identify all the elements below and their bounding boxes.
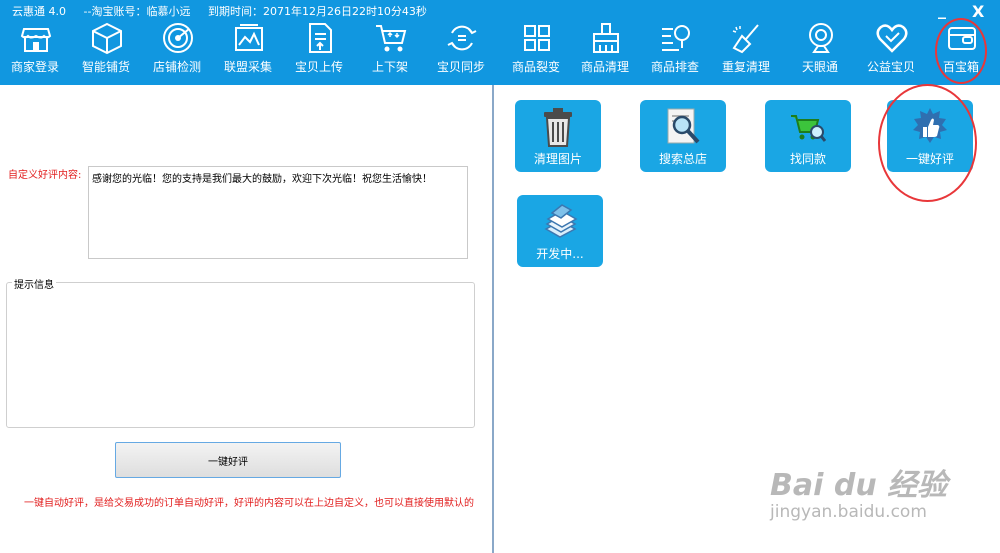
toolbar-label: 商品清理 — [580, 60, 629, 74]
tile-search-main-store[interactable]: 搜索总店 — [640, 100, 726, 172]
toolbar-label: 公益宝贝 — [866, 60, 915, 74]
toolbar-item-sync[interactable]: 宝贝同步 — [427, 18, 495, 84]
watermark-main: Bai du 经验 — [770, 468, 948, 503]
tile-label: 找同款 — [789, 152, 826, 166]
stack-papers-icon — [544, 204, 578, 238]
top-bar: 云惠通 4.0 --淘宝账号：临慕小远 到期时间：2071年12月26日22时1… — [0, 0, 1000, 85]
webcam-icon — [809, 23, 833, 53]
tile-label: 开发中... — [536, 247, 584, 261]
upload-icon — [309, 23, 332, 53]
tile-clean-images[interactable]: 清理图片 — [515, 100, 601, 172]
toolbar-charity-item[interactable]: 公益宝贝 — [857, 18, 925, 84]
tile-in-development[interactable]: 开发中... — [517, 195, 603, 267]
toolbar-product-split[interactable]: 商品裂变 — [502, 18, 570, 84]
toolbar-shelf[interactable]: 上下架 — [356, 18, 424, 84]
toolbar-label: 宝贝同步 — [436, 60, 485, 74]
toolbar-product-check[interactable]: 商品排查 — [641, 18, 709, 84]
toolbar-label: 智能铺货 — [81, 60, 130, 74]
hint-info-title: 提示信息 — [12, 276, 56, 291]
watermark-sub: jingyan.baidu.com — [770, 502, 927, 522]
toolbar-label: 联盟采集 — [223, 60, 272, 74]
sync-icon — [447, 25, 477, 51]
cart-icon — [376, 25, 407, 52]
heart-icon — [876, 24, 908, 53]
toolbar-item-upload[interactable]: 宝贝上传 — [285, 18, 353, 84]
store-icon — [20, 28, 52, 52]
expiry-label: 到期时间：2071年12月26日22时10分43秒 — [207, 5, 427, 18]
one-key-review-button[interactable]: 一键好评 — [115, 442, 341, 478]
baidu-watermark: Bai du 经验 jingyan.baidu.com — [770, 460, 970, 530]
main-toolbar: 商家登录 智能铺货 店铺检测 联盟采集 宝贝上传 上下架 宝贝同步 商品裂变 商… — [0, 18, 1000, 84]
left-panel: 自定义好评内容: 感谢您的光临！您的支持是我们最大的鼓励，欢迎下次光临！祝您生活… — [0, 85, 493, 553]
toolbar-label: 天眼通 — [801, 60, 838, 74]
toolbar-label: 商品排查 — [650, 60, 699, 74]
toolbar-merchant-login[interactable]: 商家登录 — [1, 18, 69, 84]
toolbar-label: 店铺检测 — [152, 60, 201, 74]
highlight-circle-one-key-review — [878, 84, 977, 202]
toolbar-label: 宝贝上传 — [294, 60, 343, 74]
minimize-button[interactable]: _ — [938, 0, 946, 19]
account-label: --淘宝账号：临慕小远 — [83, 5, 191, 18]
tile-label: 清理图片 — [533, 152, 582, 166]
toolbar-product-clean[interactable]: 商品清理 — [571, 18, 639, 84]
toolbar-label: 上下架 — [371, 60, 408, 74]
radar-icon — [163, 23, 193, 53]
broom-icon — [732, 24, 759, 54]
box-icon — [92, 22, 122, 55]
custom-review-label: 自定义好评内容: — [8, 170, 82, 181]
toolbar-label: 商家登录 — [10, 60, 59, 74]
search-list-icon — [662, 25, 690, 51]
toolbar-shop-check[interactable]: 店铺检测 — [143, 18, 211, 84]
toolbar-duplicate-clean[interactable]: 重复清理 — [712, 18, 780, 84]
tile-label: 搜索总店 — [658, 152, 707, 166]
tile-find-same[interactable]: 找同款 — [765, 100, 851, 172]
cart-search-icon — [791, 115, 826, 142]
brush-icon — [593, 23, 619, 53]
toolbar-union-collect[interactable]: 联盟采集 — [214, 18, 282, 84]
highlight-circle-treasure-box — [935, 18, 987, 84]
toolbar-sky-eye[interactable]: 天眼通 — [786, 18, 854, 84]
custom-review-textarea[interactable]: 感谢您的光临！您的支持是我们最大的鼓励，欢迎下次光临！祝您生活愉快！ — [88, 166, 468, 259]
toolbar-label: 商品裂变 — [511, 60, 560, 74]
app-name: 云惠通 4.0 — [12, 5, 66, 18]
magnifier-doc-icon — [667, 108, 700, 144]
hint-info-box — [6, 282, 475, 428]
image-collect-icon — [235, 24, 263, 51]
review-note: 一键自动好评，是给交易成功的订单自动好评，好评的内容可以在上边自定义，也可以直接… — [24, 498, 474, 509]
grid-icon — [524, 25, 550, 51]
trash-icon — [544, 108, 572, 147]
title-line: 云惠通 4.0 --淘宝账号：临慕小远 到期时间：2071年12月26日22时1… — [12, 3, 441, 19]
toolbar-label: 重复清理 — [721, 60, 770, 74]
toolbar-smart-list[interactable]: 智能铺货 — [72, 18, 140, 84]
